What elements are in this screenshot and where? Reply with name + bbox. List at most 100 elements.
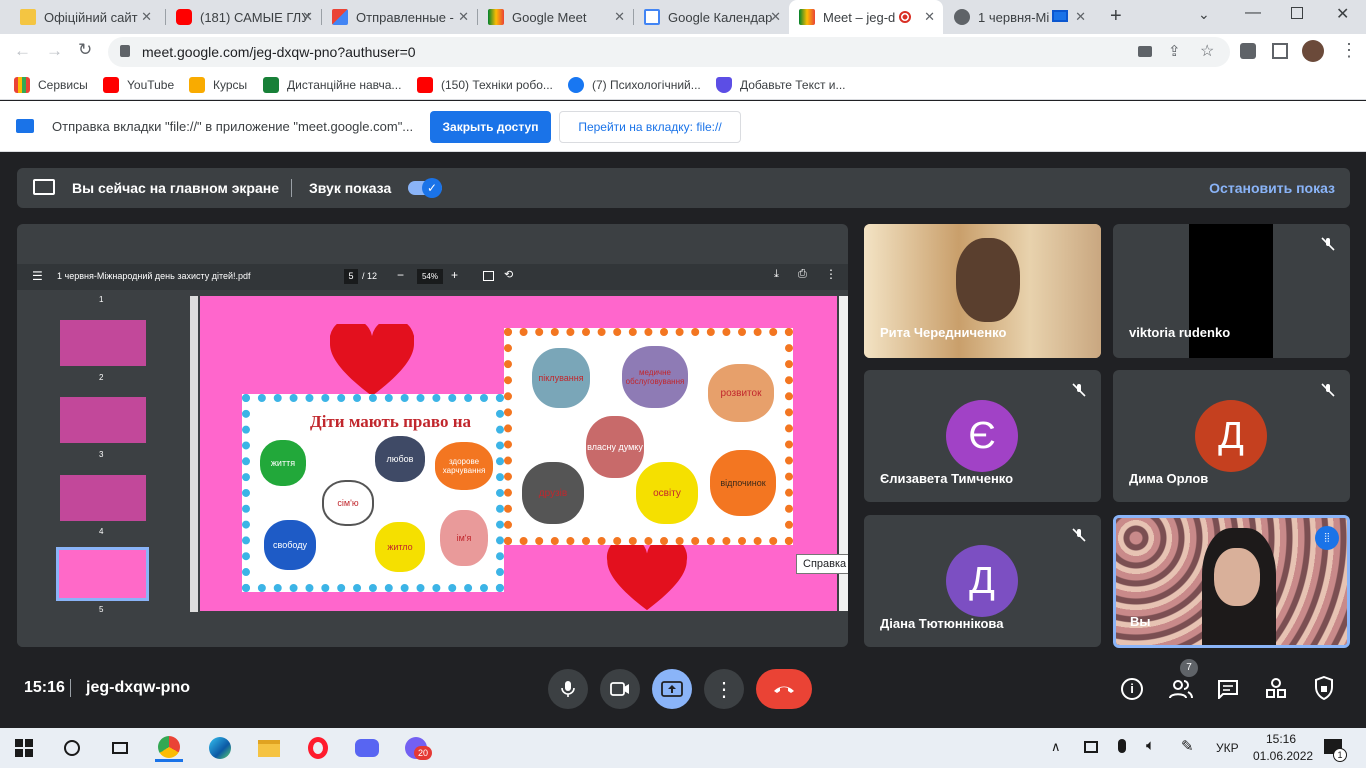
present-button[interactable] bbox=[652, 669, 692, 709]
avatar: Є bbox=[946, 400, 1018, 472]
participant-tile[interactable]: Д Дима Орлов bbox=[1113, 370, 1350, 502]
rotate-icon[interactable]: ⟲ bbox=[504, 268, 513, 281]
zoom-in-button[interactable]: + bbox=[451, 268, 458, 282]
back-button[interactable]: ← bbox=[14, 41, 31, 61]
participant-tile[interactable]: Д Діана Тютюннікова bbox=[864, 515, 1101, 647]
bookmark-psych[interactable]: (7) Психологічний... bbox=[568, 77, 701, 93]
page-thumbnail[interactable] bbox=[60, 320, 146, 366]
explorer-taskbar-button[interactable] bbox=[255, 734, 283, 762]
menu-icon[interactable]: ☰ bbox=[32, 269, 43, 283]
tab-pdf[interactable]: 1 червня-Мі ✕ bbox=[944, 0, 1094, 34]
star-icon[interactable]: ☆ bbox=[1200, 41, 1214, 61]
participant-tile[interactable]: Рита Чередниченко bbox=[864, 224, 1101, 358]
participant-tile-self[interactable]: ⦙⦙ Вы bbox=[1113, 515, 1350, 648]
leave-call-button[interactable] bbox=[756, 669, 812, 709]
share-sound-toggle[interactable]: ✓ bbox=[408, 178, 442, 198]
activities-icon bbox=[1266, 678, 1286, 698]
clock-date[interactable]: 01.06.2022 bbox=[1253, 749, 1313, 763]
search-icon bbox=[64, 740, 80, 756]
stop-presenting-button[interactable]: Остановить показ bbox=[1209, 180, 1335, 196]
chevron-up-icon[interactable]: ∧ bbox=[1051, 739, 1061, 755]
volume-icon[interactable]: 🔈︎ bbox=[1146, 737, 1155, 754]
zoom-input[interactable]: 54% bbox=[417, 269, 443, 284]
network-icon[interactable] bbox=[1084, 741, 1098, 753]
page-thumbnail[interactable] bbox=[60, 475, 146, 521]
menu-icon[interactable]: ⋮ bbox=[1340, 40, 1358, 61]
avatar[interactable] bbox=[1302, 40, 1324, 62]
mic-off-icon bbox=[1320, 236, 1336, 252]
tab-google-meet[interactable]: Google Meet ✕ bbox=[478, 0, 633, 34]
camera-button[interactable] bbox=[600, 669, 640, 709]
bookmark-youtube[interactable]: YouTube bbox=[103, 77, 174, 93]
tab-gmail[interactable]: Отправленные - ✕ bbox=[322, 0, 477, 34]
chat-button[interactable] bbox=[1217, 679, 1239, 704]
new-tab-button[interactable]: + bbox=[1110, 5, 1122, 28]
discord-taskbar-button[interactable] bbox=[353, 734, 381, 762]
mic-icon[interactable] bbox=[1118, 739, 1126, 753]
participant-tile[interactable]: viktoria rudenko bbox=[1113, 224, 1350, 358]
chrome-taskbar-button[interactable] bbox=[155, 734, 183, 762]
close-icon[interactable]: ✕ bbox=[924, 9, 935, 25]
close-icon[interactable]: ✕ bbox=[770, 9, 781, 25]
tab-calendar[interactable]: Google Календар ✕ bbox=[634, 0, 789, 34]
clock-time[interactable]: 15:16 bbox=[1266, 732, 1296, 746]
participant-tile[interactable]: Є Єлизавета Тимченко bbox=[864, 370, 1101, 502]
close-icon[interactable]: ✕ bbox=[614, 9, 625, 25]
close-window-button[interactable]: ✕ bbox=[1336, 4, 1349, 24]
camera-icon bbox=[610, 682, 629, 696]
start-button[interactable] bbox=[10, 734, 38, 762]
zoom-out-button[interactable]: − bbox=[397, 268, 404, 282]
fit-page-icon[interactable] bbox=[483, 271, 494, 281]
bookmark-courses[interactable]: Курсы bbox=[189, 77, 247, 93]
tab-official-site[interactable]: Офіційний сайт ✕ bbox=[10, 0, 160, 34]
bookmark-distance[interactable]: Дистанційне навча... bbox=[263, 77, 401, 93]
bookmark-techniques[interactable]: (150) Техніки робо... bbox=[417, 77, 553, 93]
activities-button[interactable] bbox=[1265, 677, 1287, 704]
edge-taskbar-button[interactable] bbox=[206, 734, 234, 762]
close-icon[interactable]: ✕ bbox=[141, 9, 152, 25]
more-icon[interactable]: ⋮ bbox=[825, 267, 837, 281]
tab-youtube[interactable]: (181) САМЫЕ ГЛУ ✕ bbox=[166, 0, 321, 34]
tab-sharing-infobar: Отправка вкладки "file://" в приложение … bbox=[0, 101, 1366, 152]
bookmarks-bar: Сервисы YouTube Курсы Дистанційне навча.… bbox=[0, 70, 1366, 100]
page-thumbnail-selected[interactable] bbox=[56, 547, 149, 601]
switch-to-tab-button[interactable]: Перейти на вкладку: file:// bbox=[559, 111, 741, 143]
page-thumbnail[interactable] bbox=[60, 397, 146, 443]
print-icon[interactable]: ⎙ bbox=[798, 268, 807, 281]
share-icon[interactable]: ⇪ bbox=[1168, 42, 1181, 60]
mic-button[interactable] bbox=[548, 669, 588, 709]
scrollbar[interactable] bbox=[190, 296, 198, 612]
language-indicator[interactable]: УКР bbox=[1216, 741, 1239, 755]
task-view-button[interactable] bbox=[106, 734, 134, 762]
stop-sharing-button[interactable]: Закрыть доступ bbox=[430, 111, 551, 143]
viber-taskbar-button[interactable]: 20 bbox=[402, 734, 432, 762]
tab-meet-active[interactable]: Meet – jeg-d ✕ bbox=[789, 0, 943, 34]
bookmark-services[interactable]: Сервисы bbox=[14, 77, 88, 93]
download-icon[interactable]: ⤓ bbox=[774, 268, 779, 281]
reload-button[interactable]: ↻ bbox=[78, 40, 92, 60]
opera-taskbar-button[interactable] bbox=[304, 734, 332, 762]
close-icon[interactable]: ✕ bbox=[302, 9, 313, 25]
page-number-input[interactable]: 5 bbox=[344, 269, 358, 284]
pen-icon[interactable]: ✎ bbox=[1181, 737, 1194, 755]
speaking-icon: ⦙⦙ bbox=[1315, 526, 1339, 550]
close-icon[interactable]: ✕ bbox=[1075, 9, 1086, 25]
sidepanel-icon[interactable] bbox=[1272, 43, 1288, 59]
address-bar[interactable]: meet.google.com/jeg-dxqw-pno?authuser=0 … bbox=[108, 37, 1230, 67]
slide-title: Діти мають право на bbox=[310, 412, 471, 431]
search-button[interactable] bbox=[58, 734, 86, 762]
folder-icon bbox=[258, 739, 280, 757]
chevron-down-icon[interactable]: ⌄ bbox=[1198, 6, 1210, 23]
people-button[interactable]: 7 bbox=[1169, 659, 1198, 704]
maximize-button[interactable] bbox=[1291, 7, 1303, 19]
close-icon[interactable]: ✕ bbox=[458, 9, 469, 25]
minimize-button[interactable]: — bbox=[1245, 4, 1261, 22]
more-options-button[interactable]: ⋮ bbox=[704, 669, 744, 709]
hand-label: ім'я bbox=[440, 510, 488, 566]
host-controls-button[interactable] bbox=[1314, 675, 1334, 705]
extensions-icon[interactable] bbox=[1240, 43, 1256, 59]
bookmark-add-text[interactable]: Добавьте Текст и... bbox=[716, 77, 846, 93]
info-icon[interactable]: i bbox=[1121, 678, 1143, 700]
forward-button[interactable]: → bbox=[46, 41, 63, 61]
camera-icon[interactable] bbox=[1138, 46, 1152, 57]
